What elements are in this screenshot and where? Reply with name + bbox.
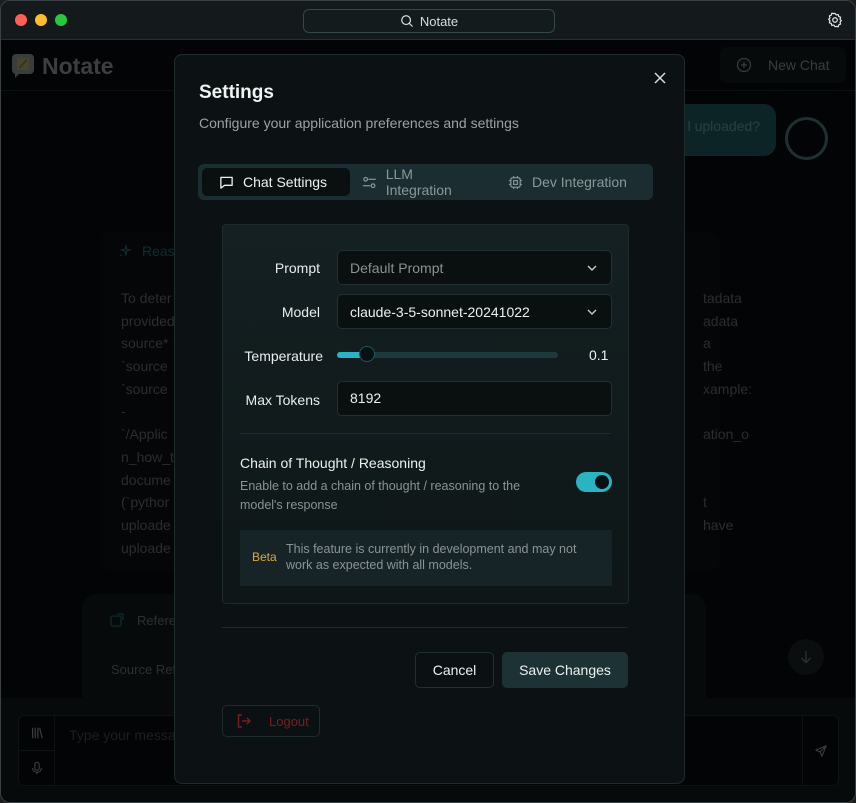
reasoning-line-end: adata	[703, 312, 739, 329]
app-window: Notate Notate New Chat l uploaded? Reas …	[0, 0, 856, 803]
send-icon	[814, 744, 827, 757]
library-button[interactable]	[19, 716, 55, 751]
reasoning-line-end: xample:	[703, 380, 753, 397]
tab-llm-integration[interactable]: LLM Integration	[350, 166, 498, 198]
references-header[interactable]: Refere	[109, 612, 176, 628]
avatar	[785, 117, 828, 160]
maximize-window-button[interactable]	[55, 14, 67, 26]
prompt-select-value: Default Prompt	[350, 259, 444, 276]
beta-badge: Beta	[252, 550, 277, 564]
settings-tabs: Chat Settings LLM Integration Dev Integr…	[198, 164, 653, 200]
microphone-icon	[32, 761, 42, 775]
max-tokens-label: Max Tokens	[245, 392, 320, 408]
search-icon	[400, 15, 413, 27]
app-title: Notate	[42, 53, 114, 79]
chevron-down-icon	[587, 265, 597, 271]
plus-circle-icon	[736, 57, 752, 73]
beta-notice: Beta This feature is currently in develo…	[240, 530, 612, 586]
prompt-label: Prompt	[274, 260, 320, 276]
scroll-to-bottom-button[interactable]	[788, 639, 824, 675]
minimize-window-button[interactable]	[35, 14, 47, 26]
references-label: Refere	[137, 612, 177, 628]
chain-of-thought-description: Enable to add a chain of thought / reaso…	[240, 479, 521, 512]
tab-chat-settings[interactable]: Chat Settings	[202, 168, 350, 196]
dialog-description: Configure your application preferences a…	[199, 115, 519, 131]
composer-tools	[19, 716, 55, 785]
new-chat-button[interactable]: New Chat	[720, 47, 846, 83]
slider-thumb[interactable]	[359, 346, 376, 362]
send-button[interactable]	[802, 716, 838, 785]
reasoning-label: Reas	[142, 243, 175, 259]
user-message-text: l uploaded?	[687, 118, 760, 134]
chain-of-thought-toggle[interactable]	[576, 472, 612, 492]
reasoning-line-end: the	[703, 358, 723, 375]
settings-dialog: Settings Configure your application pref…	[174, 54, 685, 784]
reasoning-line-end: ation_o	[703, 426, 749, 443]
reasoning-line-end: tadata	[703, 290, 742, 306]
reasoning-line-end: t	[703, 494, 707, 511]
chat-settings-panel: Prompt Default Prompt Model claude-3-5-s…	[222, 224, 629, 604]
section-divider	[240, 433, 611, 434]
chip-icon	[508, 175, 523, 189]
close-icon[interactable]	[653, 71, 667, 85]
chevron-down-icon	[587, 309, 597, 315]
tab-llm-integration-label: LLM Integration	[385, 166, 452, 198]
logout-icon	[237, 714, 251, 728]
sliders-icon	[362, 176, 376, 188]
temperature-label: Temperature	[244, 348, 323, 364]
temperature-slider[interactable]	[337, 346, 558, 362]
title-search-box[interactable]: Notate	[303, 9, 555, 33]
chat-icon	[220, 176, 233, 189]
tab-dev-integration-label: Dev Integration	[532, 174, 627, 190]
save-changes-button[interactable]: Save Changes	[502, 652, 628, 688]
message-input[interactable]: Type your message	[69, 727, 191, 743]
chain-of-thought-title: Chain of Thought / Reasoning	[240, 455, 426, 471]
footer-divider	[222, 627, 628, 628]
title-bar: Notate	[1, 1, 855, 40]
reasoning-line-end: have	[703, 517, 734, 533]
microphone-button[interactable]	[19, 751, 55, 785]
max-tokens-input[interactable]: 8192	[337, 381, 612, 416]
title-search-label: Notate	[419, 13, 459, 29]
model-label: Model	[281, 304, 320, 320]
gear-icon[interactable]	[827, 12, 843, 28]
new-chat-label: New Chat	[768, 57, 830, 73]
dialog-title: Settings	[199, 82, 274, 103]
edit-note-icon	[110, 613, 124, 627]
prompt-select[interactable]: Default Prompt	[337, 250, 612, 285]
sparkle-icon	[119, 244, 132, 257]
logout-label: Logout	[269, 713, 309, 729]
temperature-value: 0.1	[589, 347, 609, 363]
toggle-knob	[595, 475, 609, 489]
model-select-value: claude-3-5-sonnet-20241022	[350, 303, 530, 320]
cancel-button[interactable]: Cancel	[415, 652, 494, 688]
tab-chat-settings-label: Chat Settings	[243, 174, 328, 190]
beta-notice-text: This feature is currently in development…	[286, 542, 577, 572]
reasoning-line-end: a	[703, 335, 711, 352]
logout-button[interactable]: Logout	[222, 705, 320, 737]
library-icon	[32, 727, 43, 739]
notate-logo-icon	[12, 54, 34, 78]
source-references-label: Source Ref	[111, 662, 177, 677]
close-window-button[interactable]	[15, 14, 27, 26]
arrow-down-icon	[801, 651, 811, 664]
tab-dev-integration[interactable]: Dev Integration	[498, 168, 644, 196]
model-select[interactable]: claude-3-5-sonnet-20241022	[337, 294, 612, 329]
reasoning-header[interactable]: Reas	[118, 243, 175, 259]
